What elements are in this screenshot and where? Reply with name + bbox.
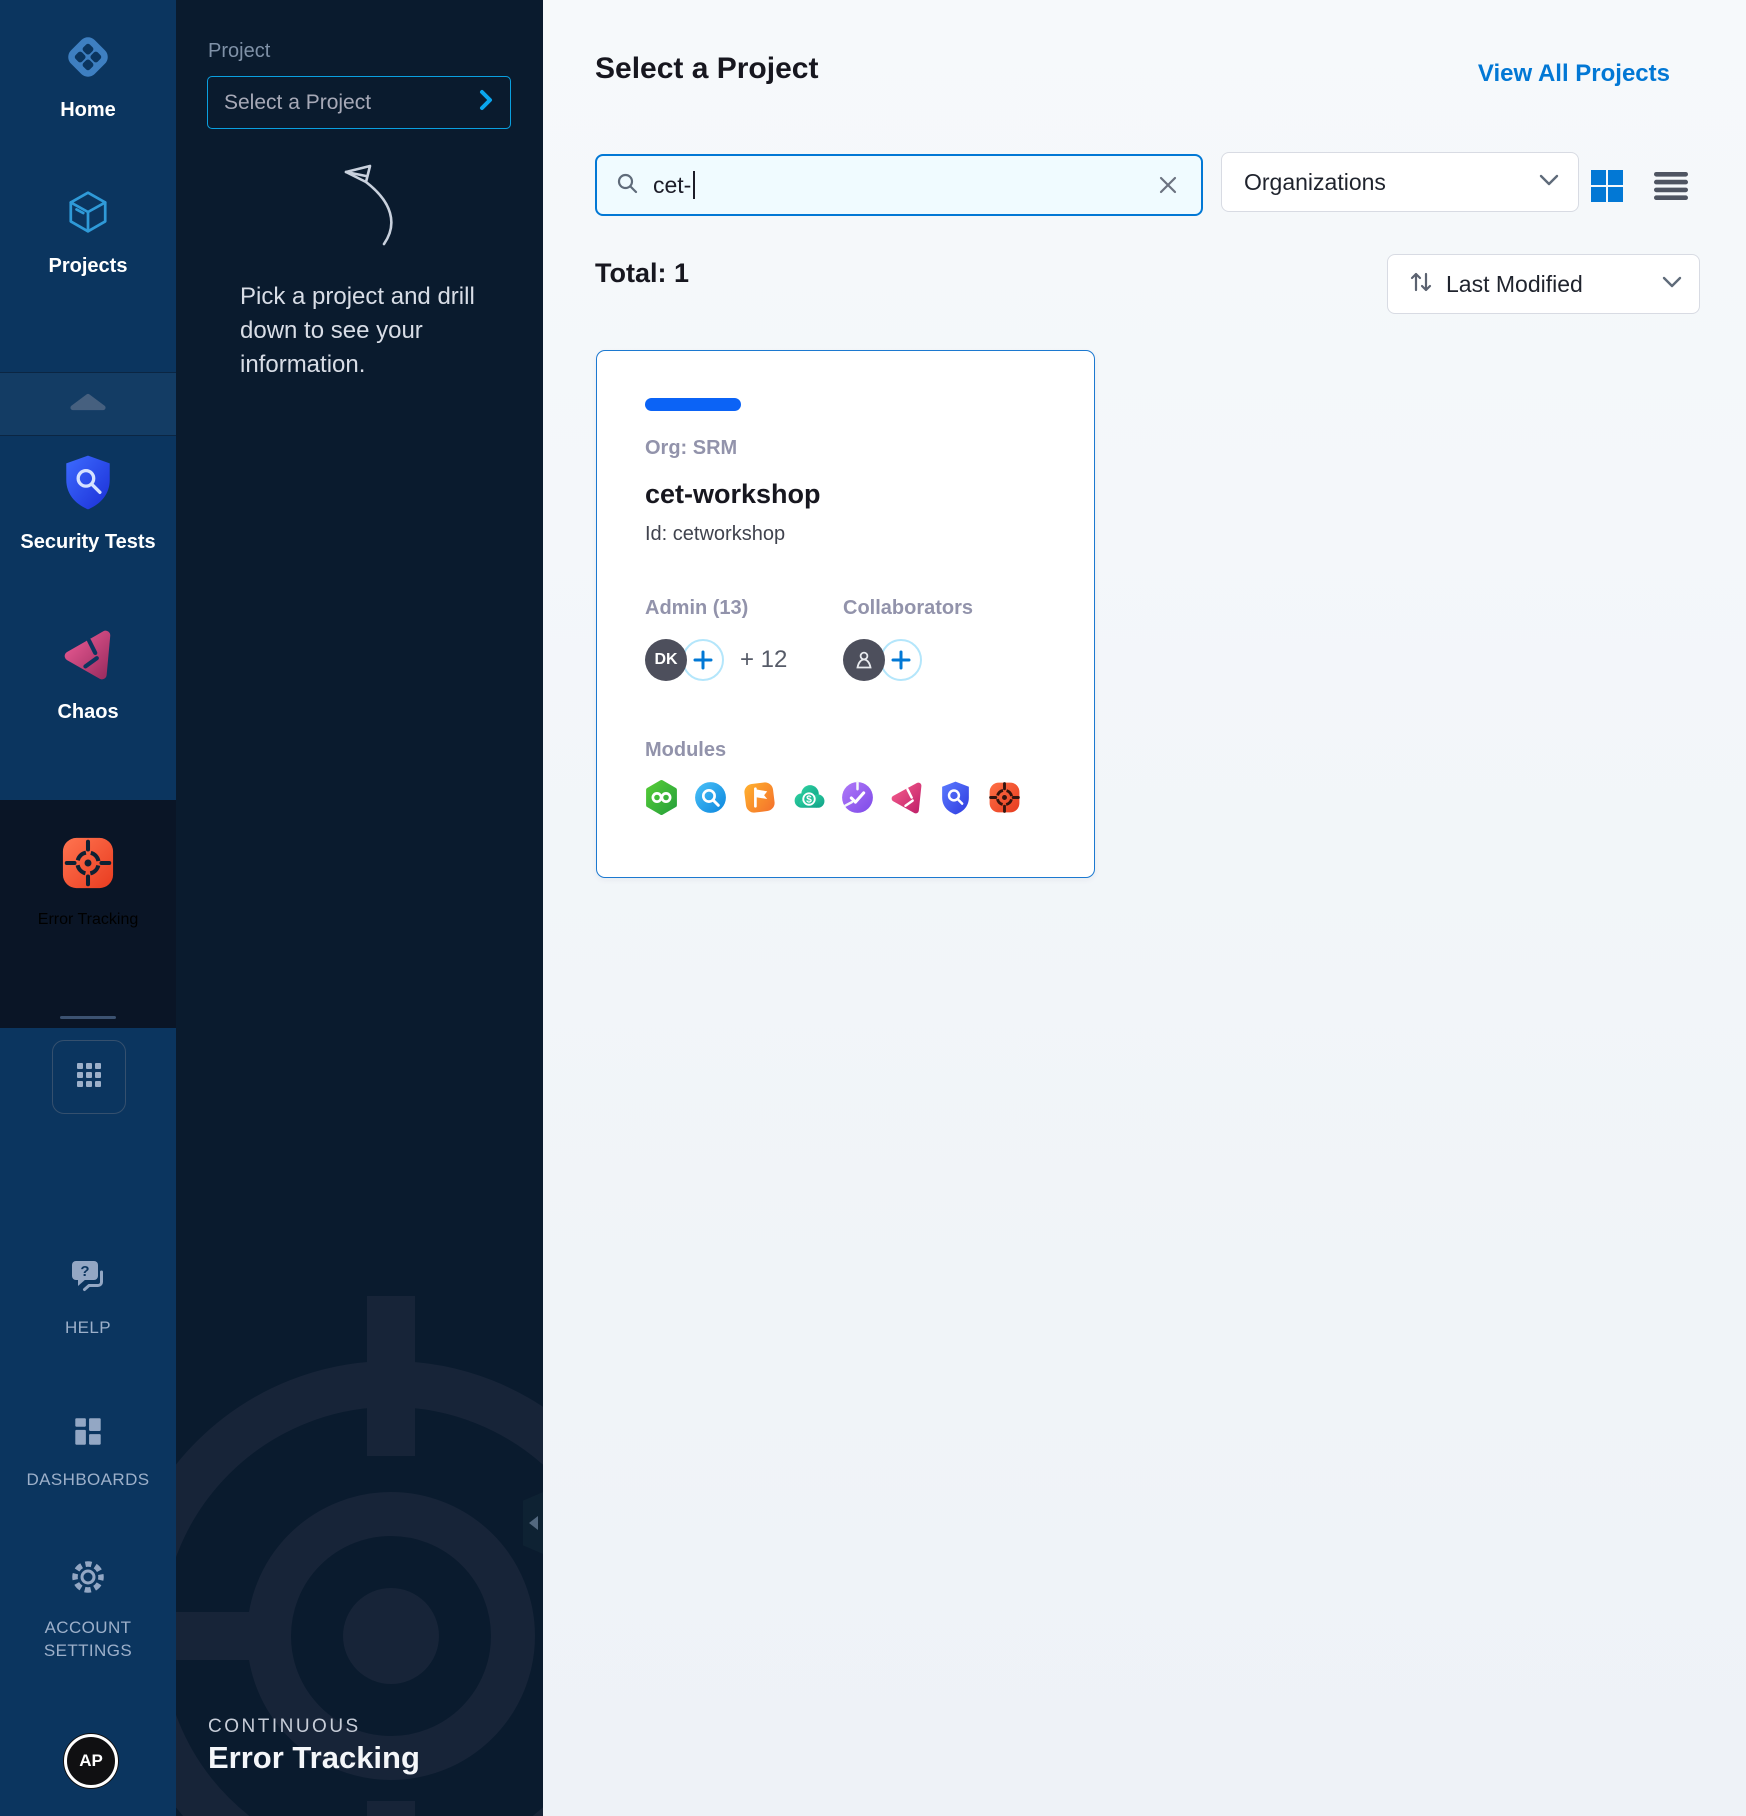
- error-tracking-module-icon: [986, 779, 1023, 816]
- page-title: Select a Project: [595, 52, 818, 86]
- close-icon: [1157, 174, 1179, 196]
- admin-extra-count: + 12: [740, 646, 787, 674]
- projects-cube-icon: [64, 188, 112, 241]
- list-view-icon: [1653, 170, 1689, 207]
- chevron-down-icon: [1538, 173, 1560, 192]
- sidebar-item-chaos[interactable]: Chaos: [0, 626, 176, 724]
- brand-kicker: CONTINUOUS: [208, 1716, 361, 1738]
- list-view-toggle[interactable]: [1651, 168, 1691, 208]
- security-tests-module-icon: [937, 779, 974, 816]
- sidebar-item-account-settings[interactable]: ACCOUNT SETTINGS: [0, 1556, 176, 1663]
- apps-grid-icon: [72, 1058, 106, 1097]
- chaos-icon: [59, 626, 117, 687]
- view-all-projects-link[interactable]: View All Projects: [1478, 60, 1670, 88]
- search-value: cet-: [653, 172, 691, 199]
- sidebar-item-label: Security Tests: [20, 531, 155, 554]
- sort-dropdown[interactable]: Last Modified: [1387, 254, 1700, 314]
- chevron-left-icon: [529, 1516, 538, 1530]
- collaborator-avatar[interactable]: [843, 639, 885, 681]
- user-avatar[interactable]: AP: [64, 1734, 118, 1788]
- home-icon: [65, 34, 111, 85]
- person-icon: [853, 649, 875, 671]
- add-collaborator-button[interactable]: [880, 639, 922, 681]
- error-tracking-target-icon: [61, 836, 115, 895]
- results-total: Total: 1: [595, 258, 689, 289]
- security-tests-shield-icon: [60, 452, 116, 517]
- admin-label: Admin (13): [645, 597, 748, 620]
- collaborator-avatars: [843, 639, 922, 681]
- ci-module-icon: [643, 779, 680, 816]
- sidebar-item-label: DASHBOARDS: [26, 1469, 149, 1492]
- grid-view-toggle[interactable]: [1587, 168, 1627, 208]
- module-icons-row: $: [643, 779, 1023, 816]
- sidebar-item-help[interactable]: ? HELP: [0, 1256, 176, 1340]
- organizations-filter-dropdown[interactable]: Organizations: [1221, 152, 1579, 212]
- plus-icon: [691, 648, 715, 672]
- gear-icon: [67, 1556, 109, 1603]
- app-root: Home Projects: [0, 0, 1746, 1816]
- project-selector[interactable]: Select a Project: [207, 76, 511, 129]
- text-cursor: [693, 171, 695, 199]
- dashboards-icon: [70, 1414, 106, 1455]
- svg-text:?: ?: [80, 1263, 89, 1280]
- sort-value: Last Modified: [1446, 271, 1649, 298]
- project-name: cet-workshop: [645, 479, 821, 510]
- search-icon: [615, 171, 639, 200]
- grid-view-icon: [1589, 168, 1625, 209]
- sidebar-item-label: HELP: [65, 1317, 111, 1340]
- sidebar-item-dashboards[interactable]: DASHBOARDS: [0, 1414, 176, 1492]
- avatar-initials: AP: [79, 1751, 103, 1771]
- project-card-cet-workshop[interactable]: Org: SRM cet-workshop Id: cetworkshop Ad…: [596, 350, 1095, 878]
- sidebar-item-home[interactable]: Home: [0, 34, 176, 122]
- cd-module-icon: [692, 779, 729, 816]
- collapse-sidebar-section-button[interactable]: [0, 372, 176, 436]
- module-switcher-button[interactable]: [52, 1040, 126, 1114]
- chevron-down-icon: [1661, 275, 1683, 294]
- project-section-label: Project: [208, 40, 270, 63]
- organizations-filter-value: Organizations: [1244, 169, 1538, 196]
- help-chat-icon: ?: [65, 1256, 111, 1303]
- sidebar-item-label: Projects: [49, 255, 128, 278]
- sort-arrows-icon: [1408, 269, 1434, 300]
- project-selector-value: Select a Project: [224, 91, 371, 115]
- chaos-module-icon: [888, 779, 925, 816]
- brand-title: Error Tracking: [208, 1740, 420, 1776]
- sidebar-item-label: ACCOUNT SETTINGS: [18, 1617, 158, 1663]
- pick-project-hint: Pick a project and drill down to see you…: [240, 280, 498, 382]
- collaborators-label: Collaborators: [843, 597, 973, 620]
- sidebar-item-projects[interactable]: Projects: [0, 188, 176, 278]
- svg-text:$: $: [806, 795, 812, 806]
- project-color-pill: [645, 398, 741, 411]
- sidebar-item-security-tests[interactable]: Security Tests: [0, 452, 176, 554]
- clear-search-button[interactable]: [1153, 170, 1183, 200]
- cloud-costs-module-icon: $: [790, 779, 827, 816]
- chevron-right-icon: [476, 88, 496, 117]
- srm-module-icon: [839, 779, 876, 816]
- project-id: Id: cetworkshop: [645, 523, 785, 546]
- search-input[interactable]: cet-: [595, 154, 1203, 216]
- sidebar-item-label: Chaos: [57, 701, 118, 724]
- sidebar-item-error-tracking-active[interactable]: Error Tracking: [0, 800, 176, 1028]
- collapse-panel-handle[interactable]: [523, 1492, 543, 1554]
- hand-drawn-arrow-illustration: [314, 152, 410, 257]
- project-scope-panel: Project Select a Project Pick a project …: [176, 0, 543, 1816]
- sidebar-divider: [60, 1016, 116, 1019]
- project-org: Org: SRM: [645, 437, 737, 460]
- modules-label: Modules: [645, 739, 726, 762]
- admin-avatars: DK + 12: [645, 639, 787, 681]
- primary-sidebar: Home Projects: [0, 0, 176, 1816]
- main-content: Select a Project View All Projects cet- …: [543, 0, 1746, 1816]
- add-admin-button[interactable]: [682, 639, 724, 681]
- sidebar-item-label: Error Tracking: [38, 911, 138, 929]
- plus-icon: [889, 648, 913, 672]
- admin-avatar[interactable]: DK: [645, 639, 687, 681]
- sidebar-item-label: Home: [60, 99, 116, 122]
- feature-flags-module-icon: [741, 779, 778, 816]
- chevron-up-icon: [69, 393, 107, 416]
